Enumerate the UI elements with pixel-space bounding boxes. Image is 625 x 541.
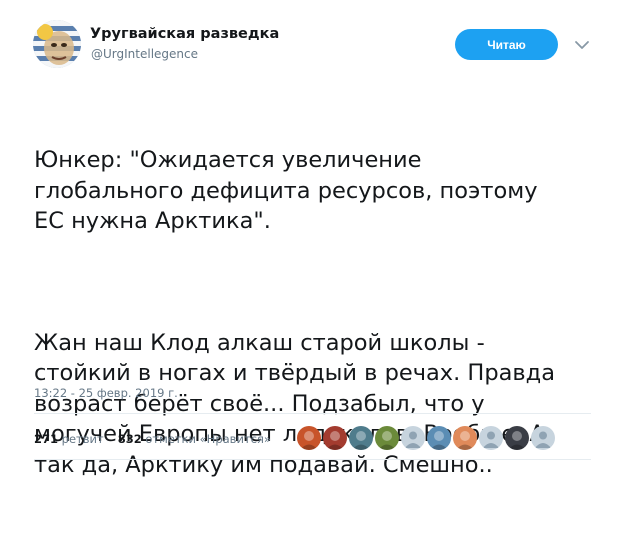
chevron-down-icon[interactable] xyxy=(573,36,591,54)
tweet-paragraph: Юнкер: "Ожидается увеличение глобального… xyxy=(34,147,538,234)
tweet-stats: 271 ретвит 832 отметки «Нравится» xyxy=(34,432,271,446)
default-egg-avatar-icon[interactable] xyxy=(479,426,503,450)
default-egg-avatar-icon[interactable] xyxy=(401,426,425,450)
divider xyxy=(34,459,591,460)
display-name[interactable]: Уругвайская разведка xyxy=(90,26,279,42)
divider xyxy=(34,413,591,414)
user-avatar-icon[interactable] xyxy=(453,426,477,450)
user-avatar-icon[interactable] xyxy=(427,426,451,450)
uruguay-flag-face-avatar-icon[interactable] xyxy=(33,20,81,68)
retweets-count: 271 xyxy=(34,432,59,446)
user-avatar-icon[interactable] xyxy=(297,426,321,450)
retweets-stat[interactable]: 271 ретвит xyxy=(34,432,104,446)
likes-count: 832 xyxy=(117,432,142,446)
username[interactable]: @UrgIntellegence xyxy=(91,47,198,61)
likes-label: отметки «Нравится» xyxy=(145,432,271,446)
tweet-timestamp[interactable]: 13:22 - 25 февр. 2019 г. xyxy=(34,386,178,400)
user-avatar-icon[interactable] xyxy=(375,426,399,450)
retweets-label: ретвит xyxy=(61,432,104,446)
user-avatar-icon[interactable] xyxy=(323,426,347,450)
likes-stat[interactable]: 832 отметки «Нравится» xyxy=(118,432,271,446)
user-avatar-icon[interactable] xyxy=(349,426,373,450)
user-avatar-icon[interactable] xyxy=(505,426,529,450)
default-egg-avatar-icon[interactable] xyxy=(531,426,555,450)
tweet-paragraph: Жан наш Клод алкаш старой школы - стойки… xyxy=(34,329,556,478)
tweet-text: Юнкер: "Ожидается увеличение глобального… xyxy=(34,84,594,541)
following-button[interactable]: Читаю xyxy=(455,29,558,60)
